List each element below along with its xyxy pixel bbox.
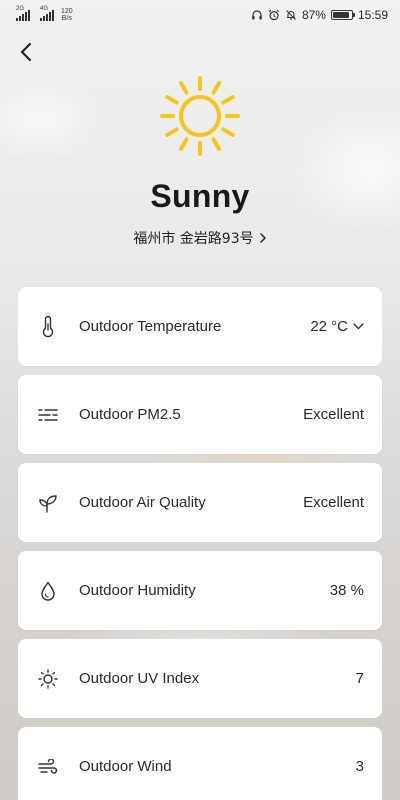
card-label: Outdoor Air Quality bbox=[79, 494, 206, 511]
sun-ray bbox=[179, 137, 189, 151]
status-bar-left: 2G 4G 120 B/s bbox=[16, 6, 73, 22]
signal-icon-sim2: 4G bbox=[40, 6, 54, 21]
sun-ray bbox=[165, 95, 179, 105]
card-label: Outdoor Humidity bbox=[79, 582, 196, 599]
card-value: Excellent bbox=[303, 406, 364, 423]
chevron-left-icon bbox=[20, 42, 32, 62]
leaf-icon bbox=[38, 493, 58, 513]
droplet-icon bbox=[38, 581, 58, 601]
network-speed-value: 120 bbox=[61, 8, 73, 15]
status-bar-right: 87% 15:59 bbox=[251, 8, 388, 22]
card-value: 3 bbox=[355, 758, 364, 775]
card-outdoor-temperature[interactable]: Outdoor Temperature 22 °C bbox=[18, 287, 382, 366]
wind-icon bbox=[38, 757, 58, 777]
card-label: Outdoor PM2.5 bbox=[79, 406, 181, 423]
card-label: Outdoor Wind bbox=[79, 758, 172, 775]
weather-detail-list: Outdoor Temperature 22 °C Outdoor PM2.5 … bbox=[18, 287, 382, 800]
battery-icon bbox=[330, 10, 355, 20]
card-value: Excellent bbox=[303, 494, 364, 511]
temperature-unit-dropdown[interactable]: 22 °C bbox=[310, 318, 364, 335]
sun-ray bbox=[221, 95, 235, 105]
card-outdoor-wind[interactable]: Outdoor Wind 3 bbox=[18, 727, 382, 800]
battery-percent: 87% bbox=[301, 8, 326, 22]
mute-icon bbox=[286, 10, 296, 20]
pm25-icon bbox=[38, 405, 58, 425]
uv-sun-icon bbox=[38, 668, 58, 689]
sim2-network-label: 4G bbox=[40, 5, 49, 12]
location-link[interactable]: 福州市 金岩路93号 bbox=[0, 228, 400, 248]
sun-ray bbox=[179, 81, 189, 95]
back-button[interactable] bbox=[14, 40, 38, 64]
location-text: 福州市 金岩路93号 bbox=[133, 231, 254, 247]
sun-ray bbox=[221, 127, 235, 137]
signal-icon-sim1: 2G bbox=[16, 6, 30, 21]
alarm-icon bbox=[268, 9, 280, 21]
sun-ray bbox=[211, 81, 221, 95]
weather-condition-title: Sunny bbox=[150, 178, 250, 214]
clock: 15:59 bbox=[357, 8, 388, 22]
card-value: 38 % bbox=[329, 582, 364, 599]
chevron-down-icon bbox=[353, 323, 364, 330]
card-label: Outdoor Temperature bbox=[79, 318, 222, 335]
headphones-icon bbox=[252, 10, 262, 20]
chevron-right-icon bbox=[259, 233, 266, 243]
sun-ray bbox=[211, 137, 221, 151]
thermometer-icon bbox=[38, 315, 58, 337]
card-outdoor-uv-index[interactable]: Outdoor UV Index 7 bbox=[18, 639, 382, 718]
card-value: 7 bbox=[355, 670, 364, 687]
sun-ray bbox=[165, 127, 179, 137]
card-outdoor-air-quality[interactable]: Outdoor Air Quality Excellent bbox=[18, 463, 382, 542]
card-outdoor-humidity[interactable]: Outdoor Humidity 38 % bbox=[18, 551, 382, 630]
sim1-network-label: 2G bbox=[16, 5, 25, 12]
network-speed: 120 B/s bbox=[61, 8, 73, 22]
card-value: 22 °C bbox=[310, 318, 348, 335]
status-bar: 2G 4G 120 B/s 87% 15:59 bbox=[0, 0, 400, 30]
card-outdoor-pm25[interactable]: Outdoor PM2.5 Excellent bbox=[18, 375, 382, 454]
network-speed-unit: B/s bbox=[61, 15, 72, 22]
sun-icon bbox=[160, 76, 240, 156]
card-label: Outdoor UV Index bbox=[79, 670, 200, 687]
